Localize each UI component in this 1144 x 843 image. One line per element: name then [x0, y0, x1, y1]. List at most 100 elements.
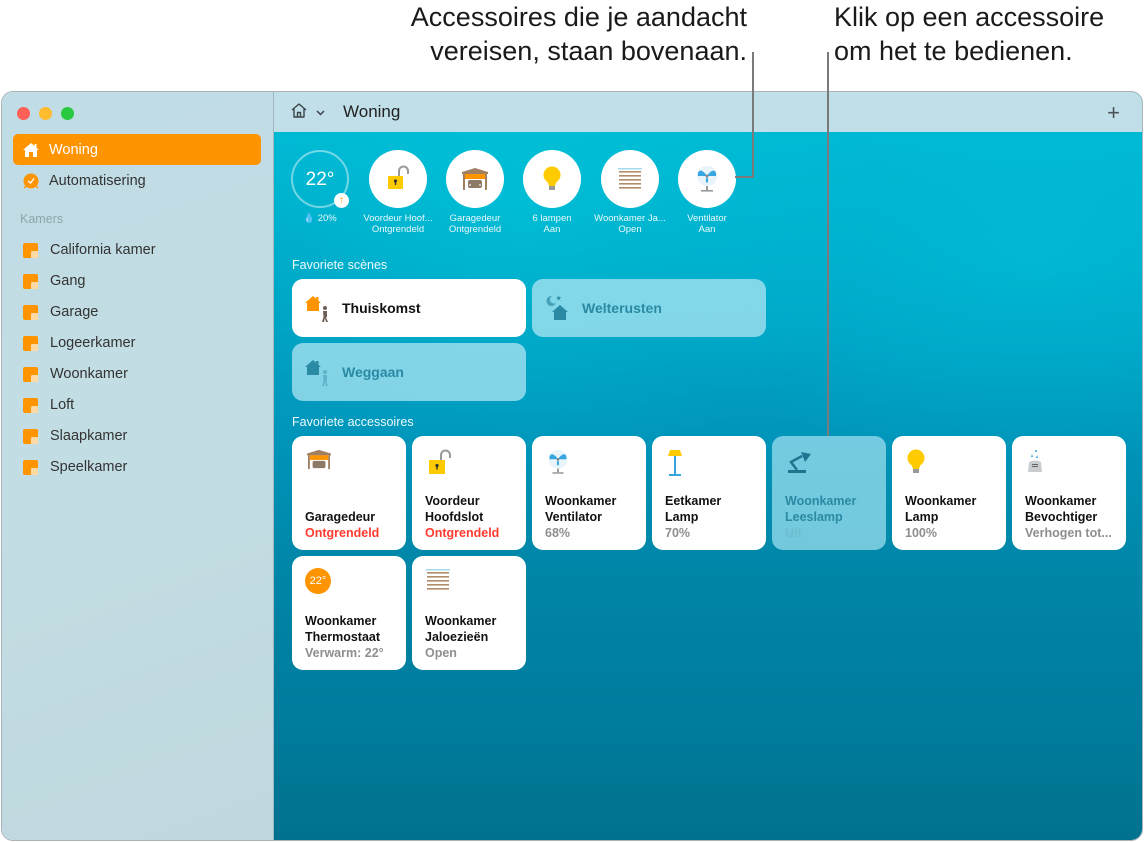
room-icon: [23, 273, 38, 289]
accessory-tile-woonkamer-leeslamp[interactable]: Woonkamer Leeslamp Uit: [772, 436, 886, 550]
room-icon: [23, 397, 38, 413]
accessory-name: Lamp: [665, 510, 699, 524]
status-ventilator[interactable]: Ventilator Aan: [667, 150, 747, 235]
room-label: Gang: [50, 273, 86, 289]
status-state: Ontgrendeld: [448, 224, 502, 235]
status-garagedeur[interactable]: Garagedeur Ontgrendeld: [435, 150, 515, 235]
climate-status[interactable]: 22° ↑ 💧 20%: [280, 150, 360, 224]
accessory-tile-garagedeur[interactable]: Garagedeur Ontgrendeld: [292, 436, 406, 550]
favorite-scenes-title: Favoriete scènes: [292, 258, 388, 272]
status-name: 6 lampen: [532, 213, 572, 224]
minimize-button[interactable]: [39, 107, 52, 120]
sidebar-item-woning[interactable]: Woning: [13, 134, 261, 165]
sidebar-room-gang[interactable]: Gang: [13, 267, 261, 295]
unlocked-lock-icon: [425, 448, 453, 476]
accessory-status: 100%: [905, 526, 937, 540]
accessory-name: Thermostaat: [305, 630, 381, 644]
accessory-status: Uit: [785, 526, 802, 540]
accessory-name: Eetkamer: [665, 494, 722, 508]
accessory-tile-woonkamer-jaloezieen[interactable]: Woonkamer Jaloezieën Open: [412, 556, 526, 670]
garage-icon: [305, 448, 333, 476]
sidebar-room-california-kamer[interactable]: California kamer: [13, 236, 261, 264]
status-name: Ventilator: [687, 213, 727, 224]
temperature-value: 22°: [305, 168, 335, 190]
room-icon: [23, 335, 38, 351]
close-button[interactable]: [17, 107, 30, 120]
status-state: Aan: [698, 224, 716, 235]
callout-line-2: om het te bedienen.: [834, 36, 1073, 66]
droplet-icon: 💧: [303, 213, 316, 224]
desk-lamp-icon: [785, 448, 813, 476]
home-app-window: Woning Automatisering Kamers California …: [1, 91, 1143, 841]
rooms-section-label: Kamers: [20, 212, 64, 226]
zoom-button[interactable]: [61, 107, 74, 120]
scene-label: Welterusten: [582, 300, 662, 316]
scene-label: Thuiskomst: [342, 300, 421, 316]
room-label: California kamer: [50, 242, 156, 258]
arrow-up-icon: ↑: [334, 193, 349, 208]
accessory-name: Hoofdslot: [425, 510, 484, 524]
sidebar: Woning Automatisering Kamers California …: [2, 92, 274, 840]
accessory-tile-eetkamer-lamp[interactable]: Eetkamer Lamp 70%: [652, 436, 766, 550]
humidity-value: 20%: [317, 213, 337, 224]
scene-thuiskomst[interactable]: Thuiskomst: [292, 279, 526, 337]
svg-text:★: ★: [556, 295, 562, 302]
accessory-status: 70%: [665, 526, 691, 540]
arrive-home-icon: [304, 293, 332, 323]
house-icon: [22, 141, 40, 159]
accessory-name: Garagedeur: [305, 510, 376, 524]
accessory-name: Woonkamer: [305, 614, 377, 628]
accessory-status: Open: [425, 646, 457, 660]
scene-welterusten[interactable]: ★ Welterusten: [532, 279, 766, 337]
status-jaloezieen[interactable]: Woonkamer Ja... Open: [590, 150, 670, 235]
humidifier-icon: [1025, 448, 1053, 476]
accessory-name: Bevochtiger: [1025, 510, 1098, 524]
favorite-accessories-title: Favoriete accessoires: [292, 415, 414, 429]
sidebar-room-garage[interactable]: Garage: [13, 298, 261, 326]
sidebar-room-logeerkamer[interactable]: Logeerkamer: [13, 329, 261, 357]
good-night-icon: ★: [544, 293, 572, 323]
sidebar-item-automatisering[interactable]: Automatisering: [13, 165, 261, 196]
fan-icon: [545, 448, 573, 476]
room-icon: [23, 428, 38, 444]
floor-lamp-icon: [665, 448, 693, 476]
blinds-icon: [601, 150, 659, 208]
callout-click: Klik op een accessoire om het te bediene…: [834, 0, 1144, 68]
callout-leader-line: [735, 176, 754, 178]
sidebar-room-loft[interactable]: Loft: [13, 391, 261, 419]
room-icon: [23, 242, 38, 258]
sidebar-room-speelkamer[interactable]: Speelkamer: [13, 453, 261, 481]
sidebar-room-woonkamer[interactable]: Woonkamer: [13, 360, 261, 388]
scene-weggaan[interactable]: Weggaan: [292, 343, 526, 401]
status-voordeur[interactable]: Voordeur Hoof... Ontgrendeld: [358, 150, 438, 235]
temperature-circle: 22° ↑: [291, 150, 349, 208]
room-label: Garage: [50, 304, 99, 320]
callout-line-1: Klik op een accessoire: [834, 2, 1105, 32]
home-menu-button[interactable]: [290, 102, 325, 123]
sidebar-item-label: Automatisering: [49, 172, 146, 189]
accessory-name: Woonkamer: [545, 494, 617, 508]
toolbar: Woning +: [274, 92, 1142, 132]
accessory-name: Woonkamer: [905, 494, 977, 508]
garage-icon: [446, 150, 504, 208]
thermostat-badge-value: 22°: [309, 575, 327, 587]
accessory-name: Lamp: [905, 510, 939, 524]
accessory-tile-voordeur-hoofdslot[interactable]: Voordeur Hoofdslot Ontgrendeld: [412, 436, 526, 550]
accessory-tile-woonkamer-thermostaat[interactable]: 22° Woonkamer Thermostaat Verwarm: 22°: [292, 556, 406, 670]
room-label: Logeerkamer: [50, 335, 136, 351]
accessory-name: Woonkamer: [425, 614, 497, 628]
accessory-tile-woonkamer-ventilator[interactable]: Woonkamer Ventilator 68%: [532, 436, 646, 550]
accessory-name: Leeslamp: [785, 510, 843, 524]
status-lampen[interactable]: 6 lampen Aan: [512, 150, 592, 235]
thermostat-icon: 22°: [305, 568, 331, 594]
accessory-status: Verhogen tot...: [1025, 526, 1112, 540]
accessory-tile-woonkamer-bevochtiger[interactable]: Woonkamer Bevochtiger Verhogen tot...: [1012, 436, 1126, 550]
accessory-status: Ontgrendeld: [425, 526, 500, 540]
clock-icon: [22, 172, 40, 190]
callout-leader-line: [827, 52, 829, 436]
accessory-tile-woonkamer-lamp[interactable]: Woonkamer Lamp 100%: [892, 436, 1006, 550]
room-label: Woonkamer: [50, 366, 128, 382]
sidebar-room-slaapkamer[interactable]: Slaapkamer: [13, 422, 261, 450]
fan-icon: [678, 150, 736, 208]
add-button[interactable]: +: [1107, 100, 1120, 126]
